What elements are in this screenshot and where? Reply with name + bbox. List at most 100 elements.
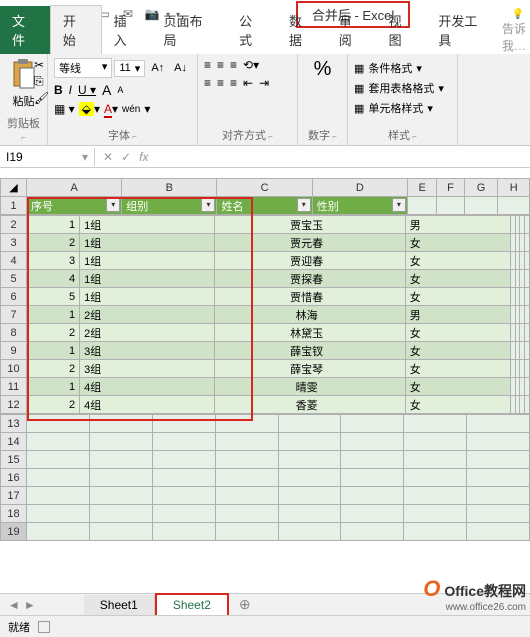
- row-header[interactable]: 18: [1, 505, 27, 523]
- align-right-icon[interactable]: ≡: [230, 76, 237, 90]
- increase-font-icon[interactable]: A↑: [147, 60, 168, 76]
- cell[interactable]: [215, 433, 278, 451]
- italic-button[interactable]: I: [69, 83, 72, 97]
- border-button[interactable]: ▦ ▾: [54, 102, 75, 116]
- cell[interactable]: 女: [405, 360, 510, 378]
- cell[interactable]: 2组: [80, 324, 214, 342]
- cell[interactable]: 男: [405, 306, 510, 324]
- cell[interactable]: [89, 523, 152, 541]
- cell[interactable]: [89, 505, 152, 523]
- col-header[interactable]: E: [407, 179, 436, 197]
- conditional-format-button[interactable]: ▦条件格式 ▾: [354, 58, 451, 78]
- cell[interactable]: [27, 433, 90, 451]
- cell[interactable]: [464, 197, 498, 215]
- row-header[interactable]: 8: [1, 324, 27, 342]
- cell[interactable]: [525, 270, 530, 288]
- row-header[interactable]: 12: [1, 396, 27, 414]
- filter-icon[interactable]: ▾: [297, 198, 311, 212]
- table-header-cell[interactable]: 序号▾: [27, 197, 122, 215]
- cell[interactable]: [89, 487, 152, 505]
- sheet-nav-prev-icon[interactable]: ◄: [8, 598, 20, 612]
- cell[interactable]: [404, 433, 467, 451]
- cell[interactable]: [341, 451, 404, 469]
- col-header[interactable]: B: [122, 179, 217, 197]
- tab-insert[interactable]: 插入: [102, 6, 152, 54]
- filter-icon[interactable]: ▾: [201, 198, 215, 212]
- cell[interactable]: 林海: [214, 306, 405, 324]
- cell[interactable]: [152, 523, 215, 541]
- cell[interactable]: [215, 505, 278, 523]
- cell[interactable]: [215, 523, 278, 541]
- row-header[interactable]: 10: [1, 360, 27, 378]
- cell[interactable]: 林黛玉: [214, 324, 405, 342]
- cell[interactable]: [498, 197, 530, 215]
- cell[interactable]: 男: [405, 216, 510, 234]
- cell[interactable]: [278, 433, 341, 451]
- sheet-tab-1[interactable]: Sheet1: [84, 595, 155, 615]
- cell[interactable]: 薛宝钗: [214, 342, 405, 360]
- table-header-cell[interactable]: 组别▾: [122, 197, 217, 215]
- cell[interactable]: 1组: [80, 288, 214, 306]
- bold-button[interactable]: B: [54, 83, 63, 97]
- cell[interactable]: [341, 505, 404, 523]
- cell[interactable]: [404, 469, 467, 487]
- cell[interactable]: 4: [27, 270, 80, 288]
- col-header[interactable]: C: [217, 179, 312, 197]
- row-header[interactable]: 17: [1, 487, 27, 505]
- cell[interactable]: 1: [27, 378, 80, 396]
- col-header[interactable]: D: [312, 179, 407, 197]
- sheet-tab-2[interactable]: Sheet2: [155, 593, 229, 617]
- cell[interactable]: [27, 505, 90, 523]
- cell[interactable]: 贾元春: [214, 234, 405, 252]
- cell[interactable]: 1组: [80, 252, 214, 270]
- cell[interactable]: [152, 469, 215, 487]
- row-header[interactable]: 6: [1, 288, 27, 306]
- cell[interactable]: 女: [405, 342, 510, 360]
- tab-home[interactable]: 开始: [50, 5, 102, 54]
- formula-bar[interactable]: [156, 155, 530, 159]
- cell[interactable]: [89, 433, 152, 451]
- cell[interactable]: 4组: [80, 378, 214, 396]
- cell[interactable]: 1: [27, 216, 80, 234]
- cell[interactable]: [278, 505, 341, 523]
- tell-me-input[interactable]: 告诉我…: [502, 6, 530, 54]
- cell[interactable]: 贾迎春: [214, 252, 405, 270]
- tab-dev[interactable]: 开发工具: [426, 6, 502, 54]
- cell[interactable]: [152, 451, 215, 469]
- row-header[interactable]: 2: [1, 216, 27, 234]
- cell[interactable]: 1组: [80, 234, 214, 252]
- decrease-font-icon[interactable]: A↓: [170, 60, 191, 76]
- cell[interactable]: [467, 523, 530, 541]
- cell[interactable]: 女: [405, 324, 510, 342]
- cell[interactable]: [152, 433, 215, 451]
- cell[interactable]: 3组: [80, 360, 214, 378]
- cell[interactable]: 贾探春: [214, 270, 405, 288]
- row-header[interactable]: 7: [1, 306, 27, 324]
- row-header[interactable]: 19: [1, 523, 27, 541]
- cell[interactable]: [437, 197, 464, 215]
- col-header[interactable]: A: [27, 179, 122, 197]
- cell[interactable]: [404, 415, 467, 433]
- cell[interactable]: [525, 216, 530, 234]
- cell[interactable]: [89, 415, 152, 433]
- cell[interactable]: [525, 342, 530, 360]
- cell[interactable]: [215, 487, 278, 505]
- cell[interactable]: [525, 252, 530, 270]
- cell[interactable]: [404, 487, 467, 505]
- cell[interactable]: [152, 505, 215, 523]
- indent-left-icon[interactable]: ⇤: [243, 76, 253, 90]
- tab-file[interactable]: 文件: [0, 6, 50, 54]
- cell[interactable]: 贾惜春: [214, 288, 405, 306]
- cell[interactable]: [525, 324, 530, 342]
- cell[interactable]: 2组: [80, 306, 214, 324]
- add-sheet-button[interactable]: ⊕: [229, 596, 261, 613]
- cell[interactable]: [341, 415, 404, 433]
- cell[interactable]: [89, 451, 152, 469]
- filter-icon[interactable]: ▾: [392, 198, 406, 212]
- cell[interactable]: [467, 487, 530, 505]
- cell[interactable]: [404, 451, 467, 469]
- record-macro-icon[interactable]: [38, 621, 50, 633]
- cell[interactable]: [27, 523, 90, 541]
- indent-right-icon[interactable]: ⇥: [259, 76, 269, 90]
- row-header[interactable]: 5: [1, 270, 27, 288]
